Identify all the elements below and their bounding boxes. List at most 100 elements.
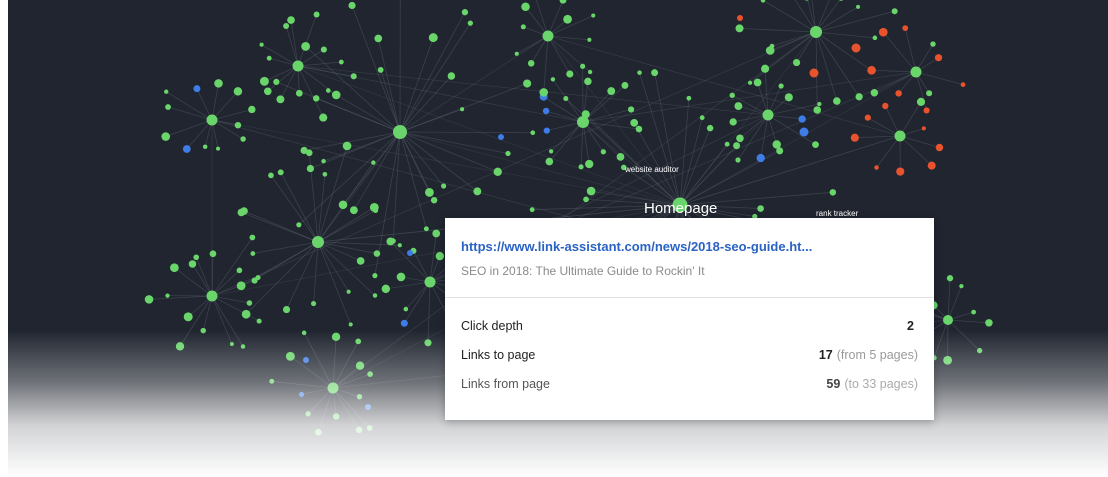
graph-edge xyxy=(679,127,711,206)
graph-node xyxy=(530,130,536,136)
graph-node xyxy=(563,14,572,24)
graph-node xyxy=(587,69,593,75)
graph-node xyxy=(902,25,909,32)
graph-node xyxy=(734,102,743,111)
graph-node xyxy=(829,189,837,196)
graph-node xyxy=(393,125,407,139)
graph-node xyxy=(249,234,256,241)
graph-edge xyxy=(815,31,860,98)
page-info-tooltip: https://www.link-assistant.com/news/2018… xyxy=(445,218,934,420)
graph-node xyxy=(699,115,705,121)
graph-node xyxy=(616,153,625,161)
graph-node xyxy=(241,309,251,319)
graph-edge xyxy=(399,131,427,229)
graph-edge xyxy=(547,35,901,137)
graph-node xyxy=(563,96,569,102)
graph-node xyxy=(269,378,275,384)
graph-node xyxy=(762,109,774,121)
graph-node xyxy=(424,187,434,197)
graph-node xyxy=(200,327,207,334)
graph-edge xyxy=(399,131,509,154)
graph-edge xyxy=(876,135,901,168)
graph-node xyxy=(306,164,315,173)
graph-node xyxy=(348,322,353,327)
graph-edge xyxy=(947,319,989,324)
graph-node xyxy=(320,46,327,53)
graph-edge xyxy=(149,295,213,300)
graph-node xyxy=(295,89,303,97)
graph-node xyxy=(757,205,764,212)
graph-node xyxy=(542,30,554,42)
graph-node xyxy=(312,236,324,248)
graph-node xyxy=(292,60,304,72)
graph-edge xyxy=(947,319,980,351)
graph-node xyxy=(810,26,822,38)
graph-node xyxy=(896,167,905,176)
graph-node xyxy=(493,167,502,177)
graph-node xyxy=(607,87,616,96)
graph-node xyxy=(285,351,295,361)
page-url-link[interactable]: https://www.link-assistant.com/news/2018… xyxy=(461,218,918,254)
graph-edge xyxy=(427,281,431,343)
graph-node xyxy=(240,207,248,215)
node-label-website-auditor: website auditor xyxy=(624,165,679,174)
graph-edge xyxy=(854,135,901,139)
graph-edge xyxy=(297,14,317,67)
graph-node xyxy=(372,293,378,298)
graph-node xyxy=(372,273,378,279)
graph-node xyxy=(355,338,362,345)
graph-node xyxy=(266,55,272,61)
stat-number: 17 xyxy=(818,348,833,362)
graph-node xyxy=(314,428,322,436)
graph-node xyxy=(170,263,179,273)
graph-node xyxy=(971,309,976,315)
graph-node xyxy=(296,222,302,228)
graph-node xyxy=(460,107,465,112)
graph-node xyxy=(926,90,933,97)
graph-node xyxy=(346,289,351,294)
graph-node xyxy=(587,37,592,42)
graph-edge xyxy=(211,295,233,345)
graph-node xyxy=(686,95,692,101)
graph-node xyxy=(855,93,863,101)
graph-edge xyxy=(304,131,401,151)
graph-node xyxy=(581,110,590,119)
graph-node xyxy=(521,2,530,12)
graph-node xyxy=(910,66,922,78)
graph-node xyxy=(273,78,280,85)
graph-node xyxy=(737,15,743,21)
graph-node xyxy=(366,425,373,431)
graph-node xyxy=(396,272,406,282)
graph-node xyxy=(251,277,258,284)
graph-node xyxy=(735,157,741,163)
tooltip-stats: Click depth 2 Links to page 17 (from 5 pa… xyxy=(445,298,934,406)
node-label-homepage: Homepage xyxy=(644,200,717,217)
graph-node xyxy=(736,134,744,143)
graph-node xyxy=(193,254,200,261)
graph-edge xyxy=(815,31,875,39)
graph-node xyxy=(724,141,730,147)
graph-node xyxy=(369,202,379,212)
graph-node xyxy=(985,319,993,327)
graph-node xyxy=(331,90,341,100)
graph-edge xyxy=(332,336,337,389)
graph-node xyxy=(342,141,352,151)
graph-node xyxy=(214,79,223,88)
stat-number: 2 xyxy=(907,319,914,333)
graph-edge xyxy=(392,131,401,242)
graph-node xyxy=(895,90,902,97)
graph-edge xyxy=(211,91,239,121)
graph-node xyxy=(559,0,567,4)
graph-node xyxy=(548,149,554,154)
graph-node xyxy=(514,51,519,56)
graph-node xyxy=(798,115,806,123)
graph-node xyxy=(365,404,371,410)
graph-node xyxy=(550,77,556,82)
graph-node xyxy=(959,283,964,289)
graph-edge xyxy=(167,106,213,121)
graph-node xyxy=(430,196,438,204)
graph-node xyxy=(403,306,409,312)
graph-node xyxy=(161,132,171,141)
graph-node xyxy=(283,23,290,29)
graph-edge xyxy=(351,5,401,133)
